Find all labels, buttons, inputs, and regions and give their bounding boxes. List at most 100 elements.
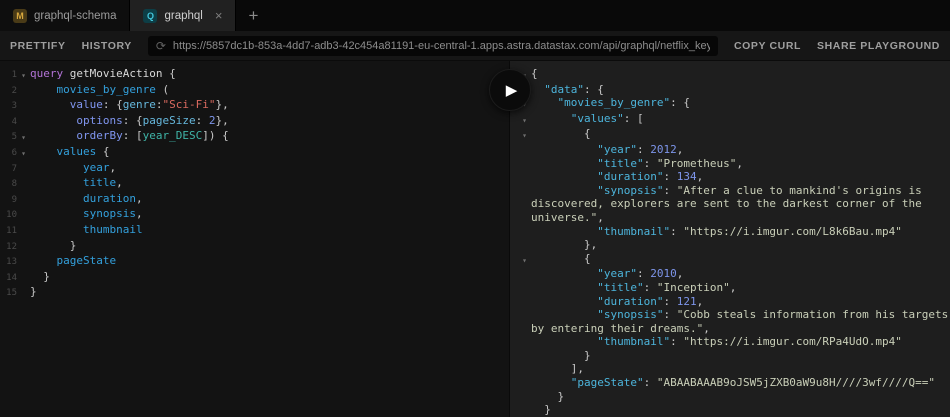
query-editor-pane[interactable]: 1 ▾ query getMovieAction {2 movies_by_genr… — [0, 61, 510, 417]
code-line[interactable]: ▾{ — [518, 67, 950, 83]
code-line[interactable]: 6 ▾ values { — [0, 145, 509, 161]
code-text: year, — [82, 160, 117, 174]
code-line[interactable]: 15} — [0, 285, 509, 301]
tab-label: graphql — [164, 9, 203, 22]
code-line[interactable]: "synopsis": "After a clue to mankind's o… — [518, 184, 950, 225]
code-text: values { — [56, 144, 110, 158]
new-tab-button[interactable]: + — [236, 0, 270, 31]
code-line[interactable]: "data": { — [518, 83, 950, 97]
line-number: 7 — [11, 163, 17, 174]
code-text: duration, — [82, 191, 143, 205]
tab-graphql-schema[interactable]: M graphql-schema — [0, 0, 131, 31]
code-text: } — [69, 238, 77, 252]
code-line[interactable]: 8 title, — [0, 176, 509, 192]
line-number: 1 — [11, 70, 17, 80]
code-text: "movies_by_genre": { — [557, 96, 690, 110]
code-line[interactable]: ▾ { — [518, 127, 950, 143]
graphql-playground-window: M graphql-schema Q graphql × + PRETTIFY … — [0, 0, 950, 417]
prettify-button[interactable]: PRETTIFY — [10, 40, 66, 52]
code-line[interactable]: 14 } — [0, 270, 509, 286]
code-line[interactable]: 4 options: {pageSize: 2}, — [0, 114, 509, 130]
fold-arrow-icon[interactable]: ▾ — [17, 129, 30, 145]
code-line[interactable]: "duration": 121, — [518, 295, 950, 309]
code-line[interactable]: "duration": 134, — [518, 170, 950, 184]
code-line[interactable]: 5 ▾ orderBy: [year_DESC]) { — [0, 129, 509, 145]
history-button[interactable]: HISTORY — [82, 40, 132, 52]
line-number: 11 — [6, 225, 17, 236]
code-text: title, — [82, 176, 123, 190]
code-line[interactable]: 12 } — [0, 239, 509, 255]
code-text: "synopsis": "Cobb steals information fro… — [531, 308, 949, 335]
tab-bar: M graphql-schema Q graphql × + — [0, 0, 950, 31]
close-icon[interactable]: × — [215, 9, 223, 22]
code-line[interactable]: } — [518, 390, 950, 404]
copy-curl-button[interactable]: COPY CURL — [734, 40, 801, 52]
fold-arrow-icon[interactable]: ▾ — [518, 127, 531, 143]
code-line[interactable]: "year": 2010, — [518, 267, 950, 281]
fold-arrow-icon[interactable]: ▾ — [518, 252, 531, 268]
line-number: 8 — [11, 179, 17, 190]
code-line[interactable]: ▾ "values": [ — [518, 112, 950, 128]
code-line[interactable]: "year": 2012, — [518, 143, 950, 157]
code-line[interactable]: 11 thumbnail — [0, 223, 509, 239]
code-line[interactable]: }, — [518, 238, 950, 252]
fold-arrow-icon[interactable]: ▾ — [518, 112, 531, 128]
code-text: } — [43, 269, 50, 283]
line-number: 6 — [11, 147, 17, 158]
code-line[interactable]: 1 ▾ query getMovieAction { — [0, 67, 509, 83]
code-text: { — [531, 67, 538, 80]
tab-graphql[interactable]: Q graphql × — [130, 0, 237, 31]
line-number: 15 — [6, 288, 17, 299]
code-line[interactable]: "title": "Prometheus", — [518, 157, 950, 171]
code-line[interactable]: 9 duration, — [0, 192, 509, 208]
code-line[interactable]: ], — [518, 362, 950, 376]
code-line[interactable]: "synopsis": "Cobb steals information fro… — [518, 308, 950, 335]
code-text: orderBy: [year_DESC]) { — [76, 129, 229, 143]
response-viewer-pane[interactable]: ▾{ "data": {▾ "movies_by_genre": {▾ "val… — [510, 61, 950, 417]
code-line[interactable]: "pageState": "ABAABAAAB9oJSW5jZXB0aW9u8H… — [518, 376, 950, 390]
code-text: "values": [ — [570, 111, 644, 125]
code-text: value: {genre:"Sci-Fi"}, — [69, 98, 229, 112]
code-text: }, — [583, 238, 598, 252]
code-text: "synopsis": "After a clue to mankind's o… — [531, 183, 929, 224]
code-line[interactable]: "title": "Inception", — [518, 281, 950, 295]
code-line[interactable]: "thumbnail": "https://i.imgur.com/RPa4Ud… — [518, 335, 950, 349]
line-number: 12 — [6, 241, 17, 252]
code-text: } — [583, 348, 591, 362]
code-text: "year": 2012, — [597, 142, 684, 156]
code-line[interactable]: 7 year, — [0, 161, 509, 177]
code-line[interactable]: 10 synopsis, — [0, 207, 509, 223]
endpoint-url-input[interactable] — [172, 39, 710, 52]
schema-file-icon: M — [13, 8, 27, 23]
execute-query-button[interactable]: ▶ — [489, 69, 531, 111]
code-text: } — [544, 403, 551, 417]
refresh-icon[interactable]: ⟳ — [156, 40, 166, 52]
code-line[interactable]: ▾ "movies_by_genre": { — [518, 96, 950, 112]
code-line[interactable]: "thumbnail": "https://i.imgur.com/L8k6Ba… — [518, 225, 950, 239]
code-line[interactable]: 3 value: {genre:"Sci-Fi"}, — [0, 98, 509, 114]
fold-arrow-icon[interactable]: ▾ — [17, 67, 30, 83]
fold-arrow-icon[interactable]: ▾ — [17, 145, 30, 161]
code-line[interactable]: } — [518, 349, 950, 363]
code-line[interactable]: ▾ { — [518, 252, 950, 268]
code-line[interactable]: 2 movies_by_genre ( — [0, 83, 509, 99]
code-text: "year": 2010, — [597, 267, 684, 281]
share-playground-button[interactable]: SHARE PLAYGROUND — [817, 40, 940, 52]
code-text: "title": "Prometheus", — [597, 156, 743, 170]
line-number: 10 — [6, 210, 17, 221]
code-text: options: {pageSize: 2}, — [76, 113, 229, 127]
code-line[interactable]: } — [518, 403, 950, 417]
code-line[interactable]: 13 pageState — [0, 254, 509, 270]
